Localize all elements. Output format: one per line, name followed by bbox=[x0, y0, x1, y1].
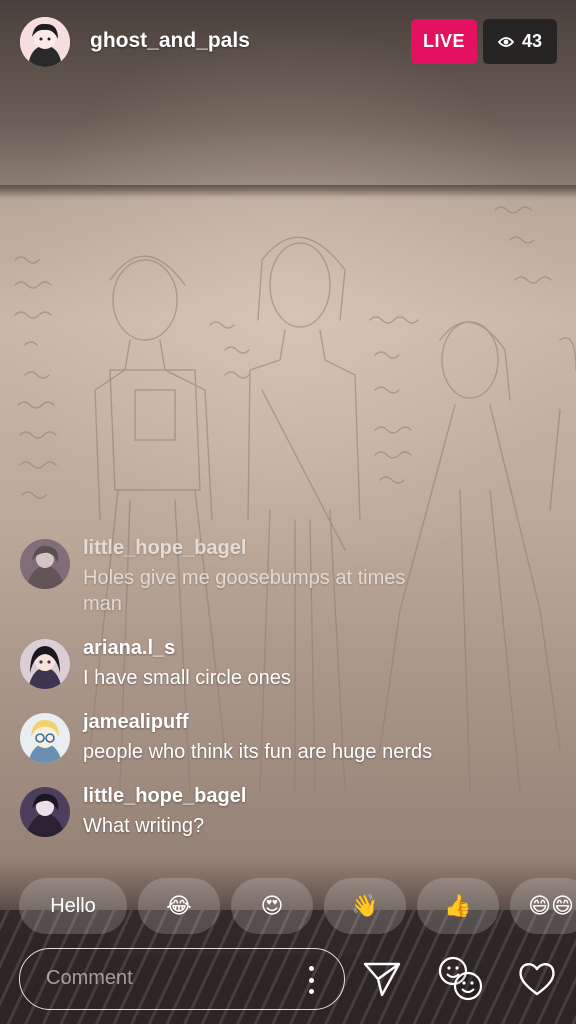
comment-text: I have small circle ones bbox=[83, 667, 291, 689]
like-button[interactable] bbox=[513, 952, 561, 1006]
comment-text: people who think its fun are huge nerds bbox=[83, 741, 433, 763]
face-filters-button[interactable] bbox=[434, 952, 488, 1006]
live-header: ghost_and_pals LIVE 43 bbox=[0, 0, 576, 90]
commenter-avatar[interactable] bbox=[20, 713, 70, 763]
commenter-avatar[interactable] bbox=[20, 787, 70, 837]
comment-box[interactable]: Comment bbox=[19, 948, 345, 1010]
user-avatar-icon bbox=[20, 639, 70, 689]
comment-text: Holes give me goosebumps at times man bbox=[83, 567, 406, 615]
quick-reply-label: Hello bbox=[50, 894, 96, 917]
thumbs-up-emoji-icon: 👍 bbox=[444, 893, 472, 918]
comment-username[interactable]: ariana.l_s bbox=[83, 637, 175, 660]
heart-eyes-emoji-icon: 😍 bbox=[260, 893, 284, 918]
more-options-icon[interactable] bbox=[308, 966, 314, 994]
quick-reply-wave[interactable]: 👋 bbox=[324, 878, 406, 934]
tears-of-joy-emoji-icon: 😂 bbox=[166, 893, 192, 918]
waving-hand-emoji-icon: 👋 bbox=[351, 893, 379, 918]
viewer-count-badge[interactable]: 43 bbox=[483, 19, 557, 64]
eye-icon bbox=[497, 36, 514, 47]
user-avatar-icon bbox=[20, 713, 70, 763]
quick-reply-thumbs-up[interactable]: 👍 bbox=[417, 878, 499, 934]
grinning-emoji-icon: 😄😄 bbox=[528, 893, 574, 918]
faces-icon bbox=[438, 956, 483, 1001]
host-avatar[interactable] bbox=[20, 17, 70, 67]
live-badge: LIVE bbox=[411, 19, 477, 64]
comment-text: What writing? bbox=[83, 815, 205, 837]
quick-reply-tears-of-joy[interactable]: 😂 bbox=[138, 878, 220, 934]
heart-icon bbox=[519, 963, 555, 996]
comment-input[interactable]: Comment bbox=[46, 967, 133, 990]
commenter-avatar[interactable] bbox=[20, 639, 70, 689]
user-avatar-icon bbox=[20, 539, 70, 589]
comment-username[interactable]: little_hope_bagel bbox=[83, 537, 246, 560]
viewer-count: 43 bbox=[521, 31, 543, 51]
quick-reply-grinning[interactable]: 😄😄 bbox=[510, 878, 576, 934]
quick-reply-heart-eyes[interactable]: 😍 bbox=[231, 878, 313, 934]
host-username[interactable]: ghost_and_pals bbox=[90, 29, 250, 53]
quick-reply-row: Hello 😂 😍 👋 👍 😄😄 bbox=[0, 878, 576, 936]
user-avatar-icon bbox=[20, 17, 70, 67]
quick-reply-hello[interactable]: Hello bbox=[19, 878, 127, 934]
send-icon bbox=[363, 962, 401, 997]
send-button[interactable] bbox=[358, 952, 406, 1006]
user-avatar-icon bbox=[20, 787, 70, 837]
comment-username[interactable]: jamealipuff bbox=[83, 711, 189, 734]
commenter-avatar[interactable] bbox=[20, 539, 70, 589]
comment-username[interactable]: little_hope_bagel bbox=[83, 785, 246, 808]
